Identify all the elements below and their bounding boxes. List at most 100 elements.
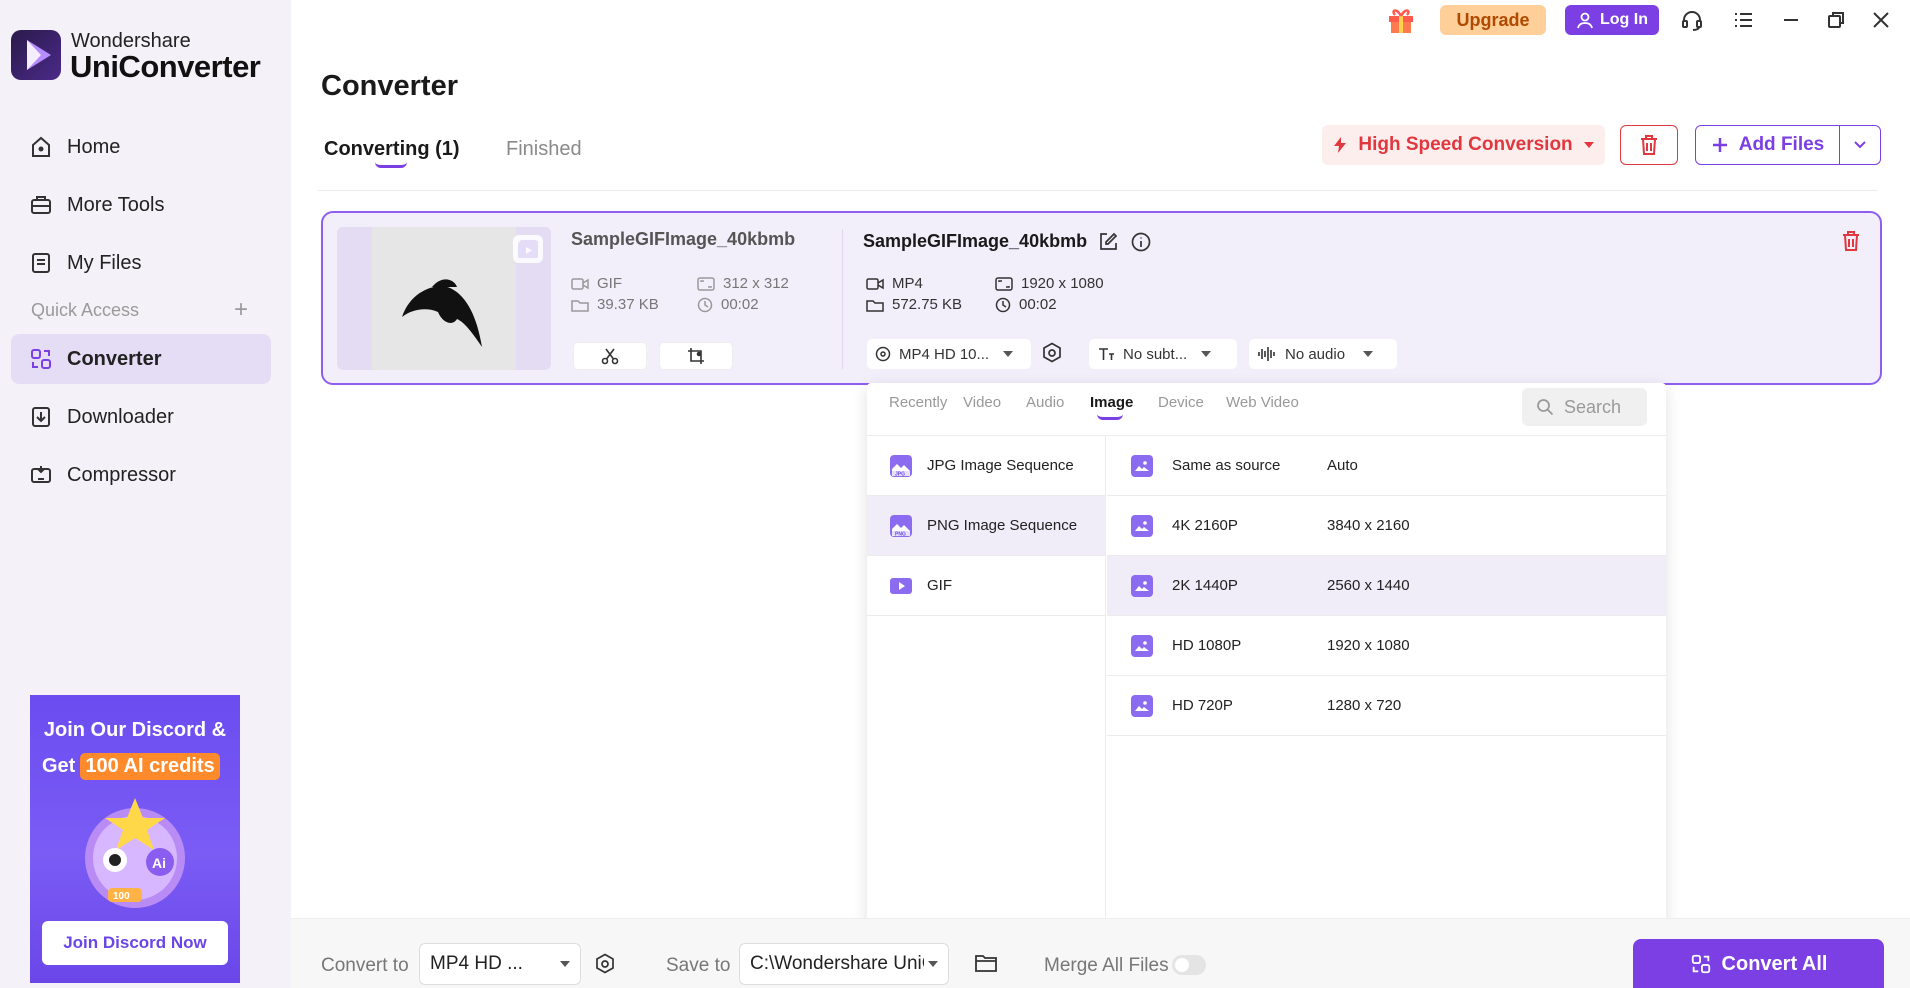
login-button[interactable]: Log In bbox=[1565, 5, 1659, 35]
quick-access-label: Quick Access bbox=[31, 300, 140, 320]
resolution-name: HD 720P bbox=[1172, 697, 1233, 714]
sidebar-item-downloader[interactable]: Downloader bbox=[11, 392, 271, 442]
category-png-sequence[interactable]: PNG PNG Image Sequence bbox=[867, 496, 1106, 556]
crop-button[interactable] bbox=[659, 342, 733, 370]
category-label: GIF bbox=[927, 577, 952, 594]
subtitle-select-value: No subt... bbox=[1123, 345, 1188, 363]
high-speed-conversion-button[interactable]: High Speed Conversion bbox=[1322, 125, 1605, 165]
file-card[interactable]: SampleGIFImage_40kbmb GIF 312 x 312 39.3… bbox=[321, 211, 1882, 385]
format-dropdown-panel: Recently Video Audio Image Device Web Vi… bbox=[867, 383, 1666, 930]
open-folder-icon[interactable] bbox=[974, 953, 1000, 977]
trash-icon bbox=[1641, 135, 1657, 155]
user-icon bbox=[1577, 12, 1593, 29]
resolution-option[interactable]: 2K 1440P 2560 x 1440 bbox=[1107, 556, 1666, 616]
sidebar-item-more-tools[interactable]: More Tools bbox=[11, 180, 271, 230]
close-icon[interactable] bbox=[1866, 5, 1896, 35]
convert-icon bbox=[1691, 954, 1710, 974]
settings-gear-icon[interactable] bbox=[1041, 342, 1065, 366]
delete-file-icon[interactable] bbox=[1841, 230, 1865, 256]
source-format: GIF bbox=[571, 275, 622, 292]
sidebar-item-compressor[interactable]: Compressor bbox=[11, 450, 271, 500]
convert-all-label: Convert All bbox=[1721, 952, 1828, 975]
resolution-option[interactable]: HD 1080P 1920 x 1080 bbox=[1107, 616, 1666, 676]
tab-finished[interactable]: Finished bbox=[506, 138, 582, 161]
app-logo-icon bbox=[11, 30, 61, 80]
category-gif[interactable]: GIF bbox=[867, 556, 1106, 616]
upgrade-button[interactable]: Upgrade bbox=[1440, 5, 1546, 35]
edit-filename-icon[interactable] bbox=[1098, 232, 1120, 254]
convert-to-select[interactable]: MP4 HD ... bbox=[419, 943, 581, 985]
info-icon[interactable] bbox=[1131, 232, 1153, 254]
output-size-value: 572.75 KB bbox=[892, 296, 963, 313]
format-tab-web-video[interactable]: Web Video bbox=[1226, 394, 1299, 411]
convert-to-label: Convert to bbox=[321, 955, 409, 976]
sidebar-item-my-files[interactable]: My Files bbox=[11, 238, 271, 288]
add-files-dropdown[interactable] bbox=[1840, 140, 1880, 150]
trim-button[interactable] bbox=[573, 342, 647, 370]
video-thumbnail[interactable] bbox=[337, 227, 551, 370]
delete-all-button[interactable] bbox=[1620, 125, 1678, 165]
promo-line2-prefix: Get bbox=[42, 755, 76, 777]
format-tab-video[interactable]: Video bbox=[963, 394, 1001, 411]
add-quick-access-button[interactable]: + bbox=[234, 296, 248, 324]
sidebar-item-home[interactable]: Home bbox=[11, 122, 271, 172]
login-label: Log In bbox=[1600, 11, 1648, 28]
image-icon bbox=[1131, 454, 1153, 477]
promo-line2: Get 100 AI credits bbox=[42, 753, 220, 780]
gift-icon[interactable] bbox=[1384, 2, 1418, 38]
active-tab-indicator bbox=[375, 162, 407, 168]
caret-down-icon bbox=[560, 961, 570, 967]
tab-converting[interactable]: Converting (1) bbox=[324, 138, 460, 161]
discord-promo-banner[interactable]: Join Our Discord & Get 100 AI credits Ai… bbox=[30, 695, 240, 983]
restore-window-icon[interactable] bbox=[1821, 5, 1851, 35]
format-tab-device[interactable]: Device bbox=[1158, 394, 1204, 411]
format-tab-audio[interactable]: Audio bbox=[1026, 394, 1064, 411]
clock-icon bbox=[697, 297, 713, 312]
video-camera-icon bbox=[571, 277, 589, 290]
resolution-icon bbox=[697, 276, 715, 291]
search-icon bbox=[1537, 399, 1554, 416]
add-files-main[interactable]: Add Files bbox=[1696, 126, 1840, 164]
join-discord-button[interactable]: Join Discord Now bbox=[42, 921, 228, 965]
header-divider bbox=[318, 190, 1878, 191]
resolution-option[interactable]: Same as source Auto bbox=[1107, 436, 1666, 496]
resolution-option[interactable]: 4K 2160P 3840 x 2160 bbox=[1107, 496, 1666, 556]
convert-all-button[interactable]: Convert All bbox=[1633, 939, 1884, 988]
promo-line1: Join Our Discord & bbox=[43, 719, 227, 741]
jpg-image-icon: JPG bbox=[890, 454, 912, 477]
sidebar-item-converter[interactable]: Converter bbox=[11, 334, 271, 384]
sidebar-item-label: My Files bbox=[67, 251, 142, 274]
output-settings-icon[interactable] bbox=[594, 953, 618, 977]
support-headset-icon[interactable] bbox=[1677, 5, 1707, 35]
source-duration-value: 00:02 bbox=[721, 296, 759, 313]
image-icon bbox=[1131, 574, 1153, 597]
clock-icon bbox=[995, 297, 1011, 312]
play-clip-icon[interactable] bbox=[513, 235, 543, 263]
merge-all-files-toggle[interactable] bbox=[1172, 955, 1206, 975]
output-resolution-value: 1920 x 1080 bbox=[1021, 275, 1104, 292]
format-tab-image[interactable]: Image bbox=[1090, 394, 1133, 411]
audio-select[interactable]: No audio bbox=[1249, 339, 1397, 369]
format-search-input[interactable]: Search bbox=[1522, 388, 1647, 426]
format-tab-recently[interactable]: Recently bbox=[889, 394, 947, 411]
minimize-icon[interactable] bbox=[1776, 5, 1806, 35]
category-jpg-sequence[interactable]: JPG JPG Image Sequence bbox=[867, 436, 1106, 496]
save-to-select[interactable]: C:\Wondershare UniCo bbox=[739, 943, 949, 985]
promo-ai-badge: Ai bbox=[152, 855, 166, 871]
thumbnail-image bbox=[372, 227, 516, 370]
audio-wave-icon bbox=[1258, 347, 1275, 361]
folder-icon bbox=[571, 299, 589, 312]
caret-down-icon bbox=[1003, 351, 1014, 357]
source-filename: SampleGIFImage_40kbmb bbox=[571, 229, 796, 249]
add-files-button[interactable]: Add Files bbox=[1695, 125, 1881, 165]
image-icon bbox=[1131, 514, 1153, 537]
subtitle-select[interactable]: No subt... bbox=[1089, 339, 1237, 369]
resolution-option[interactable]: HD 720P 1280 x 720 bbox=[1107, 676, 1666, 736]
video-camera-icon bbox=[866, 277, 884, 290]
bottom-bar: Convert to MP4 HD ... Save to C:\Wonders… bbox=[291, 918, 1910, 988]
output-duration-value: 00:02 bbox=[1019, 296, 1057, 313]
high-speed-label: High Speed Conversion bbox=[1358, 134, 1573, 155]
toolbox-icon bbox=[27, 191, 55, 219]
menu-list-icon[interactable] bbox=[1728, 5, 1758, 35]
output-format-select[interactable]: MP4 HD 10... bbox=[867, 339, 1031, 369]
